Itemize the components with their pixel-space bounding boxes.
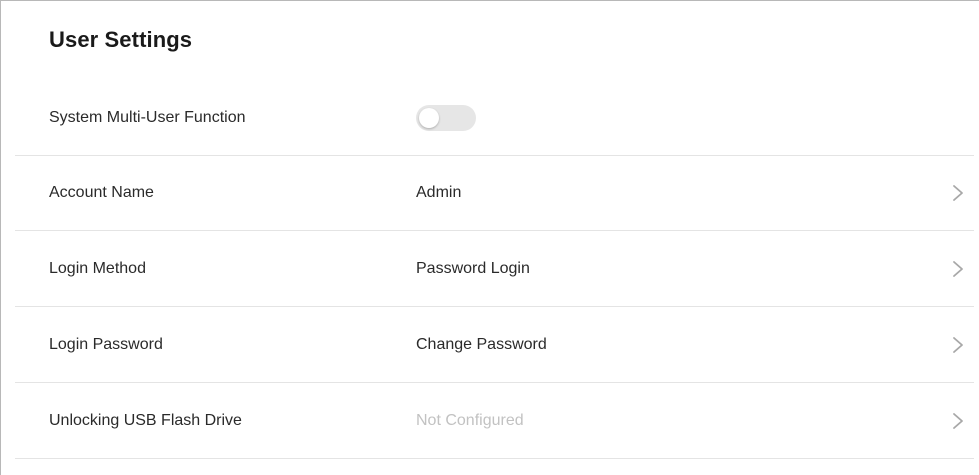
login-password-value: Change Password	[416, 336, 547, 353]
setting-row-account-name[interactable]: Account Name Admin	[15, 156, 974, 231]
account-name-value: Admin	[416, 184, 462, 201]
login-method-value: Password Login	[416, 260, 530, 277]
chevron-right-icon[interactable]	[950, 259, 966, 279]
multi-user-toggle[interactable]	[416, 105, 476, 131]
setting-row-usb-unlock[interactable]: Unlocking USB Flash Drive Not Configured	[15, 384, 974, 459]
login-password-label: Login Password	[49, 336, 163, 353]
setting-row-login-method[interactable]: Login Method Password Login	[15, 232, 974, 307]
toggle-knob	[419, 108, 439, 128]
chevron-right-icon[interactable]	[950, 183, 966, 203]
usb-unlock-label: Unlocking USB Flash Drive	[49, 412, 242, 429]
chevron-right-icon[interactable]	[950, 411, 966, 431]
page-title: User Settings	[49, 27, 193, 52]
setting-row-login-password[interactable]: Login Password Change Password	[15, 308, 974, 383]
account-name-label: Account Name	[49, 184, 154, 201]
login-method-label: Login Method	[49, 260, 146, 277]
multi-user-label: System Multi-User Function	[49, 109, 246, 126]
setting-row-multi-user: System Multi-User Function	[15, 81, 974, 156]
user-settings-panel: User Settings System Multi-User Function…	[0, 0, 979, 475]
usb-unlock-value: Not Configured	[416, 412, 524, 429]
chevron-right-icon[interactable]	[950, 335, 966, 355]
